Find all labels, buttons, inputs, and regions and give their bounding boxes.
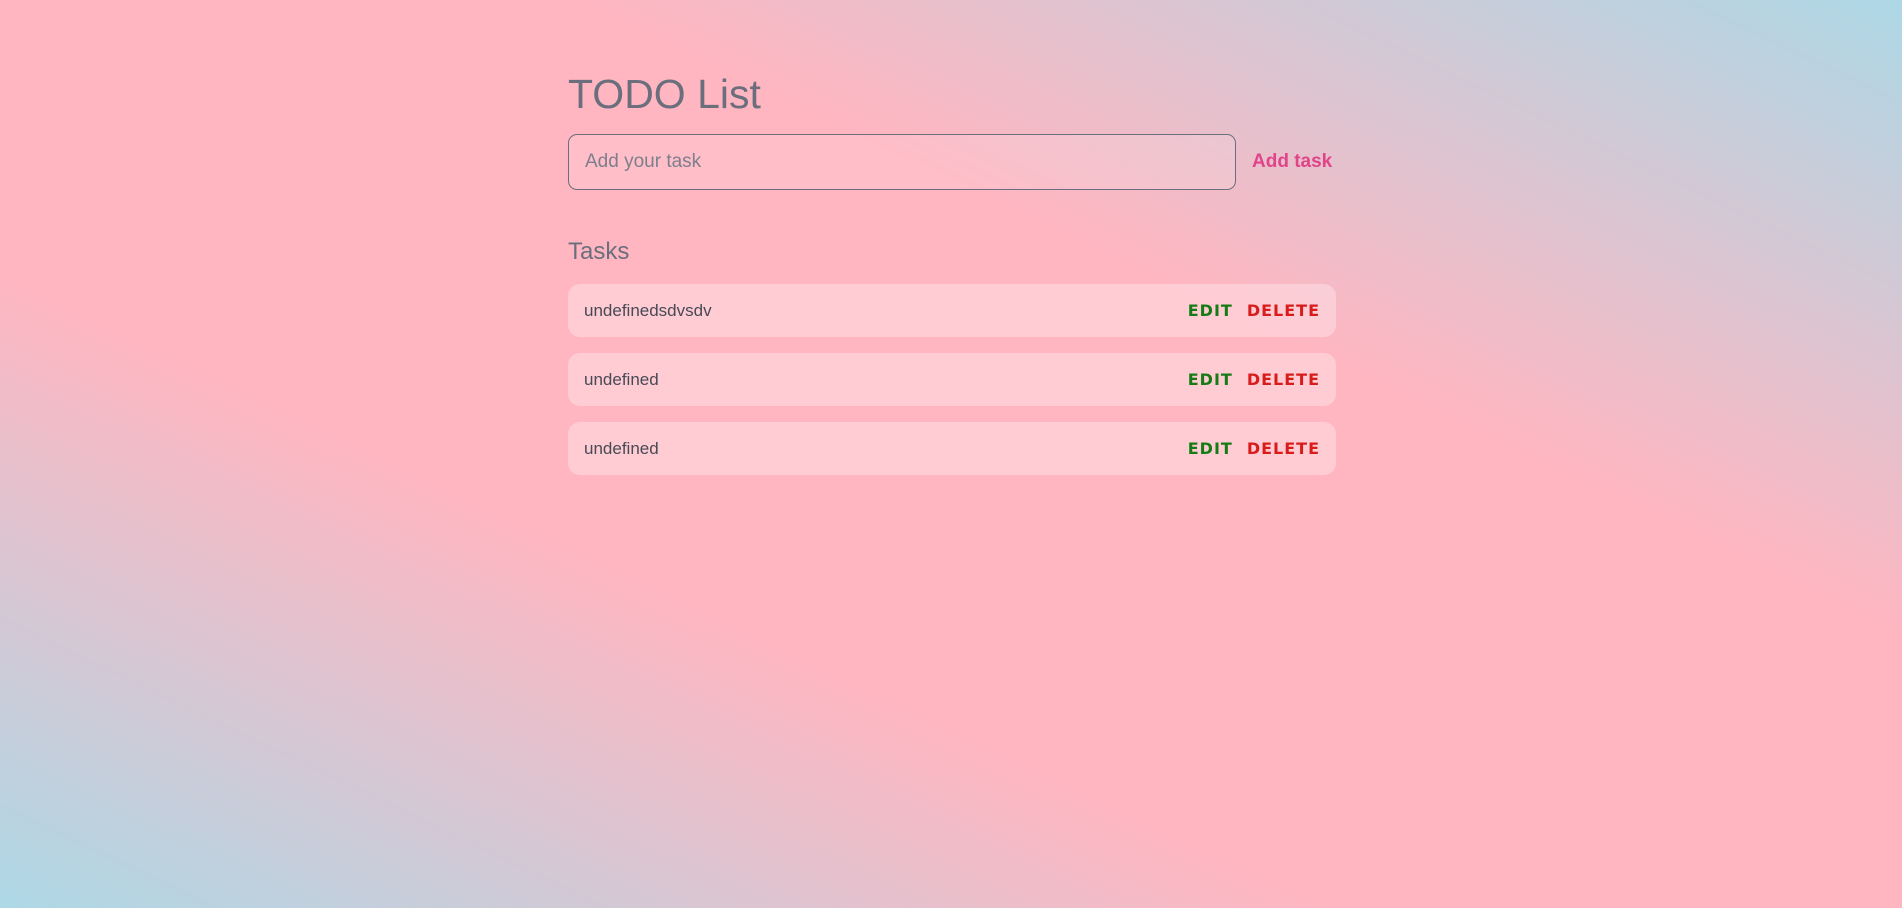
task-actions: EDIT DELETE (1188, 439, 1320, 458)
delete-button[interactable]: DELETE (1247, 301, 1320, 320)
task-actions: EDIT DELETE (1188, 301, 1320, 320)
task-list: undefinedsdvsdv EDIT DELETE undefined ED… (568, 284, 1336, 475)
edit-button[interactable]: EDIT (1188, 370, 1233, 389)
delete-button[interactable]: DELETE (1247, 439, 1320, 458)
tasks-heading: Tasks (568, 238, 630, 265)
task-input[interactable] (568, 134, 1236, 190)
task-item: undefined EDIT DELETE (568, 353, 1336, 406)
delete-button[interactable]: DELETE (1247, 370, 1320, 389)
add-task-form: Add task (568, 134, 1336, 190)
edit-button[interactable]: EDIT (1188, 439, 1233, 458)
task-actions: EDIT DELETE (1188, 370, 1320, 389)
task-text: undefined (584, 369, 659, 389)
task-item: undefined EDIT DELETE (568, 422, 1336, 475)
todo-app: TODO List Add task Tasks undefinedsdvsdv… (568, 70, 1336, 491)
task-item: undefinedsdvsdv EDIT DELETE (568, 284, 1336, 337)
page-title: TODO List (568, 71, 761, 117)
add-task-button[interactable]: Add task (1252, 151, 1332, 173)
task-text: undefinedsdvsdv (584, 300, 712, 320)
edit-button[interactable]: EDIT (1188, 301, 1233, 320)
task-text: undefined (584, 438, 659, 458)
